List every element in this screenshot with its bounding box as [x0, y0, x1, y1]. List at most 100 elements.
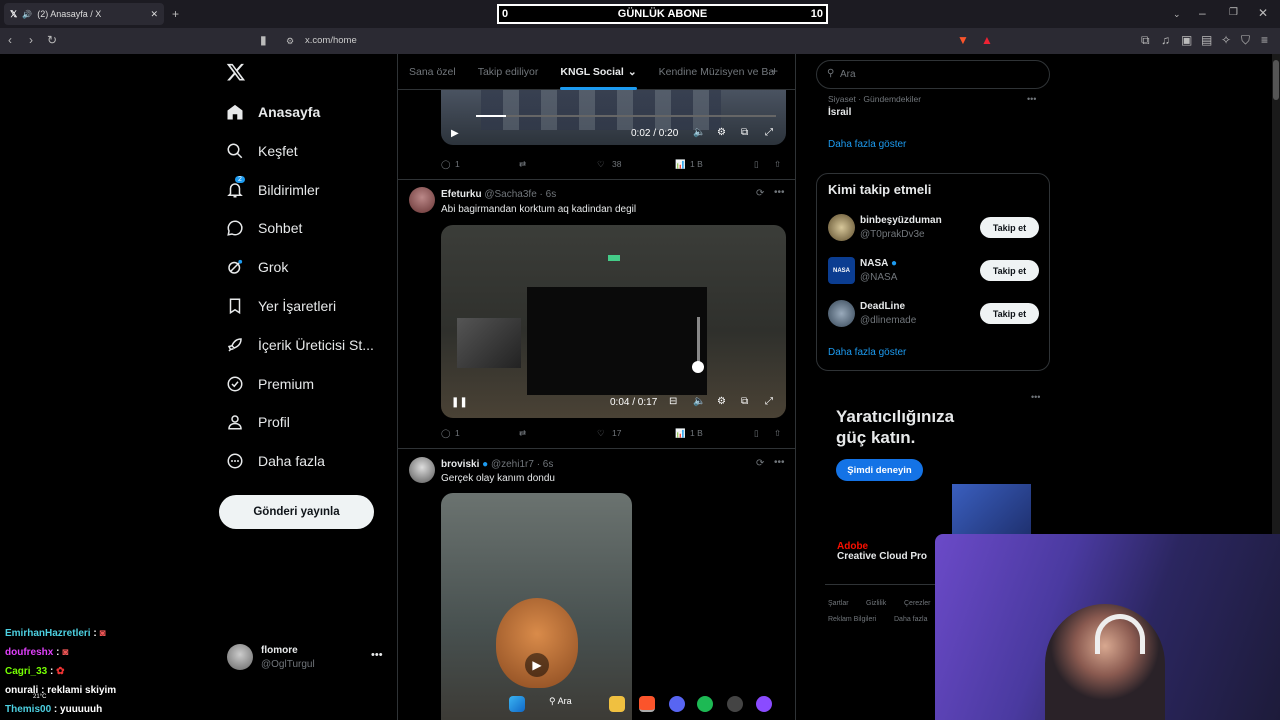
footer-link[interactable]: Daha fazla: [894, 616, 927, 623]
author-handle[interactable]: @zehi1r7 · 6s: [491, 459, 553, 470]
nav-home[interactable]: Anasayfa: [226, 99, 320, 125]
sidebar-icon[interactable]: ▣: [1181, 34, 1192, 46]
tab-kngl-social[interactable]: KNGL Social ⌄: [549, 54, 647, 90]
post-avatar[interactable]: [409, 187, 435, 213]
views-icon[interactable]: 📊: [675, 159, 686, 170]
x-logo-icon[interactable]: [226, 62, 246, 82]
views-icon[interactable]: 📊: [675, 428, 686, 439]
vpn-icon[interactable]: ⛉: [1241, 34, 1250, 46]
video-progress-bar[interactable]: [476, 115, 776, 117]
fullscreen-icon[interactable]: ⤢: [765, 127, 773, 138]
brave-browser-icon[interactable]: [639, 696, 655, 712]
footer-link[interactable]: Gizlilik: [866, 600, 886, 607]
maximize-icon[interactable]: ❐: [1229, 7, 1238, 19]
follow-avatar[interactable]: [828, 214, 855, 241]
follow-name[interactable]: DeadLine: [860, 301, 905, 312]
grok-post-icon[interactable]: ⟳: [756, 188, 764, 199]
account-switcher[interactable]: flomore @OglTurgul •••: [227, 644, 387, 674]
play-icon[interactable]: ▶: [451, 128, 459, 139]
minimize-icon[interactable]: –: [1199, 7, 1206, 19]
nasa-logo-icon[interactable]: NASA: [828, 257, 855, 284]
nav-grok[interactable]: Grok: [226, 254, 288, 280]
url-text[interactable]: x.com/home: [305, 35, 357, 46]
account-more-icon[interactable]: •••: [371, 649, 383, 661]
pip-icon[interactable]: ⧉: [741, 127, 748, 138]
pause-icon[interactable]: ❚❚: [451, 397, 468, 408]
play-overlay-icon[interactable]: ▶: [525, 653, 549, 677]
close-window-icon[interactable]: ✕: [1258, 7, 1268, 19]
pip-icon[interactable]: ⧉: [741, 396, 748, 407]
show-more-follow[interactable]: Daha fazla göster: [828, 347, 906, 358]
reload-icon[interactable]: ↻: [47, 34, 57, 46]
nav-profile[interactable]: Profil: [226, 409, 290, 435]
volume-icon[interactable]: 🔈: [693, 396, 705, 407]
app-icon[interactable]: [756, 696, 772, 712]
browser-tab[interactable]: 𝕏 🔊 (2) Anasayfa / X ✕: [4, 3, 164, 25]
add-tab-icon[interactable]: +: [771, 64, 778, 78]
volume-slider-thumb[interactable]: [692, 361, 704, 373]
settings-icon[interactable]: ⚙: [717, 127, 726, 138]
follow-name[interactable]: NASA: [860, 258, 888, 269]
tab-kendine-muzisyen[interactable]: Kendine Müzisyen ve Ba: [648, 54, 786, 90]
close-tab-icon[interactable]: ✕: [150, 9, 158, 20]
trend-more-icon[interactable]: •••: [1027, 94, 1036, 104]
wallet-icon[interactable]: ▤: [1201, 34, 1212, 46]
volume-slider[interactable]: [697, 317, 700, 367]
music-icon[interactable]: ♫: [1161, 34, 1170, 46]
author-name[interactable]: Efeturku: [441, 189, 482, 200]
footer-link[interactable]: Çerezler: [904, 600, 930, 607]
brave-rewards-icon[interactable]: ▲: [981, 34, 993, 46]
nav-chat[interactable]: Sohbet: [226, 215, 302, 241]
trend-name[interactable]: İsrail: [828, 107, 851, 118]
discord-icon[interactable]: [669, 696, 685, 712]
ad-more-icon[interactable]: •••: [1031, 392, 1040, 402]
captions-icon[interactable]: ⊟: [669, 396, 677, 407]
scrollbar-thumb[interactable]: [1273, 60, 1279, 100]
bookmark-post-icon[interactable]: ▯: [754, 428, 759, 439]
like-icon[interactable]: ♡: [597, 159, 605, 170]
back-icon[interactable]: ‹: [8, 34, 12, 46]
nav-bookmarks[interactable]: Yer İşaretleri: [226, 293, 336, 319]
taskbar-search[interactable]: ⚲ Ara: [549, 696, 589, 712]
bookmark-post-icon[interactable]: ▯: [754, 159, 759, 170]
obs-icon[interactable]: [727, 696, 743, 712]
grok-post-icon[interactable]: ⟳: [756, 458, 764, 469]
volume-icon[interactable]: 🔈: [693, 127, 705, 138]
post-avatar[interactable]: [409, 457, 435, 483]
fullscreen-icon[interactable]: ⤢: [765, 396, 773, 407]
windows-start-icon[interactable]: [509, 696, 525, 712]
tab-following[interactable]: Takip ediliyor: [467, 54, 550, 90]
nav-explore[interactable]: Keşfet: [226, 138, 298, 164]
video-player[interactable]: [441, 90, 786, 145]
ad-cta-button[interactable]: Şimdi deneyin: [836, 459, 923, 481]
follow-avatar[interactable]: [828, 300, 855, 327]
reply-icon[interactable]: ◯: [441, 159, 451, 170]
author-handle[interactable]: @Sacha3fe · 6s: [484, 189, 556, 200]
nav-notifications[interactable]: 2 Bildirimler: [226, 176, 319, 203]
follow-button[interactable]: Takip et: [980, 303, 1039, 324]
new-tab-icon[interactable]: +: [172, 8, 179, 20]
follow-name[interactable]: binbeşyüzduman: [860, 215, 942, 226]
show-more-trends[interactable]: Daha fazla göster: [828, 139, 906, 150]
repost-icon[interactable]: ⇄: [519, 159, 526, 170]
post-more-icon[interactable]: •••: [774, 457, 785, 468]
follow-button[interactable]: Takip et: [980, 260, 1039, 281]
post-button[interactable]: Gönderi yayınla: [219, 495, 374, 529]
video-player[interactable]: [441, 225, 786, 418]
nav-more[interactable]: Daha fazla: [226, 448, 325, 474]
forward-icon[interactable]: ›: [29, 34, 33, 46]
nav-premium[interactable]: Premium: [226, 371, 314, 397]
site-info-icon[interactable]: ⚙: [286, 35, 294, 47]
speaker-icon[interactable]: 🔊: [22, 10, 32, 19]
share-icon[interactable]: ⇧: [774, 159, 781, 170]
menu-icon[interactable]: ≡: [1261, 34, 1268, 46]
leo-icon[interactable]: ✧: [1221, 34, 1231, 46]
spotify-icon[interactable]: [697, 696, 713, 712]
tab-for-you[interactable]: Sana özel: [398, 54, 467, 90]
bookmark-page-icon[interactable]: ▮: [260, 34, 267, 46]
settings-icon[interactable]: ⚙: [717, 396, 726, 407]
search-box[interactable]: ⚲ Ara: [816, 60, 1050, 89]
tab-list-icon[interactable]: ⌄: [1173, 8, 1181, 20]
author-name[interactable]: broviski: [441, 459, 479, 470]
footer-link[interactable]: Şartlar: [828, 600, 849, 607]
